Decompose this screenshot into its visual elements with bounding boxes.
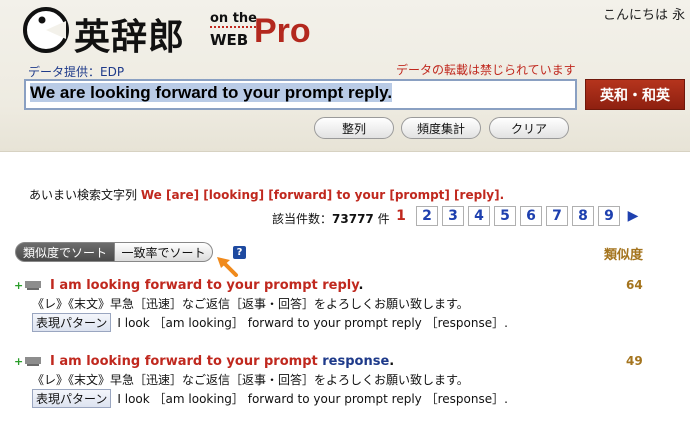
result-title-diff: response [317, 354, 390, 369]
page-link[interactable]: 4 [468, 206, 490, 226]
page-link[interactable]: 6 [520, 206, 542, 226]
pointer-arrow-icon [217, 257, 238, 277]
page-current: 1 [396, 208, 406, 224]
expand-icon[interactable]: + [14, 355, 24, 368]
page-link[interactable]: 9 [598, 206, 620, 226]
search-input-value: We are looking forward to your prompt re… [30, 83, 393, 102]
header-band: 英辞郎 on the WEB Pro こんにちは 永 データ提供：EDP データ… [0, 0, 690, 152]
sort-tabs: 類似度でソート 一致率でソート [15, 242, 213, 262]
result-title-period: . [358, 278, 364, 293]
next-page-icon[interactable]: ▶ [624, 206, 642, 226]
result-translation: 《レ》《末文》早急［迅速］なご返信［返事・回答］をよろしくお願い致します。 [32, 297, 469, 311]
result-title-main: I am looking forward to your prompt repl… [50, 278, 359, 293]
logo[interactable]: 英辞郎 on the WEB Pro [22, 6, 311, 58]
computer-icon[interactable] [24, 280, 42, 291]
result-score: 49 [626, 354, 643, 368]
result-title[interactable]: I am looking forward to your prompt repl… [50, 278, 363, 293]
result-title-period: . [389, 354, 395, 369]
fuzzy-search-line: あいまい検索文字列 We [are] [looking] [forward] t… [29, 186, 504, 203]
page-link[interactable]: 2 [416, 206, 438, 226]
count-label: 該当件数： [272, 212, 333, 226]
search-input[interactable]: We are looking forward to your prompt re… [24, 79, 577, 110]
result-pattern-line: 表現パターン I look ［am looking］ forward to yo… [32, 313, 508, 332]
greeting: こんにちは 永 [603, 8, 686, 23]
frequency-count-button[interactable]: 頻度集計 [401, 117, 481, 139]
expression-pattern: I look ［am looking］ forward to your prom… [117, 316, 508, 330]
fuzzy-label: あいまい検索文字列 [29, 188, 138, 202]
pacman-logo-icon [23, 7, 69, 53]
tab-sort-match-rate[interactable]: 一致率でソート [115, 242, 213, 262]
logo-dots [210, 26, 260, 28]
page-link[interactable]: 3 [442, 206, 464, 226]
tab-sort-similarity[interactable]: 類似度でソート [15, 242, 115, 262]
count-unit: 件 [377, 212, 390, 226]
fuzzy-query: We [are] [looking] [forward] to your [pr… [140, 188, 505, 202]
logo-onthe: on the [210, 11, 257, 26]
result-title[interactable]: I am looking forward to your prompt resp… [50, 354, 394, 369]
page-link[interactable]: 8 [572, 206, 594, 226]
result-title-line: + I am looking forward to your prompt re… [14, 278, 363, 293]
copyright-notice: データの転載は禁じられています [396, 63, 576, 77]
search-en-ja-button[interactable]: 英和・和英 [585, 79, 685, 110]
expand-icon[interactable]: + [14, 279, 24, 292]
result-score: 64 [626, 278, 643, 292]
result-translation: 《レ》《末文》早急［迅速］なご返信［返事・回答］をよろしくお願い致します。 [32, 373, 469, 387]
pagination: 1 2 3 4 5 6 7 8 9 ▶ [390, 206, 642, 226]
result-title-main: I am looking forward to your prompt [50, 354, 318, 369]
clear-button[interactable]: クリア [489, 117, 569, 139]
sort-button[interactable]: 整列 [314, 117, 394, 139]
logo-title: 英辞郎 [74, 17, 186, 58]
page-link[interactable]: 5 [494, 206, 516, 226]
expression-pattern: I look ［am looking］ forward to your prom… [117, 392, 508, 406]
result-pattern-line: 表現パターン I look ［am looking］ forward to yo… [32, 389, 508, 408]
result-count: 該当件数：73777 件 [272, 210, 390, 227]
similarity-header: 類似度 [604, 248, 644, 263]
page-link[interactable]: 7 [546, 206, 568, 226]
count-value: 73777 [332, 212, 374, 226]
expression-pattern-button[interactable]: 表現パターン [32, 389, 112, 408]
result-title-line: + I am looking forward to your prompt re… [14, 354, 394, 369]
computer-icon[interactable] [24, 356, 42, 367]
data-provider: データ提供：EDP [28, 65, 125, 79]
logo-pro: Pro [254, 12, 311, 50]
expression-pattern-button[interactable]: 表現パターン [32, 313, 112, 332]
logo-web: WEB [210, 31, 249, 49]
